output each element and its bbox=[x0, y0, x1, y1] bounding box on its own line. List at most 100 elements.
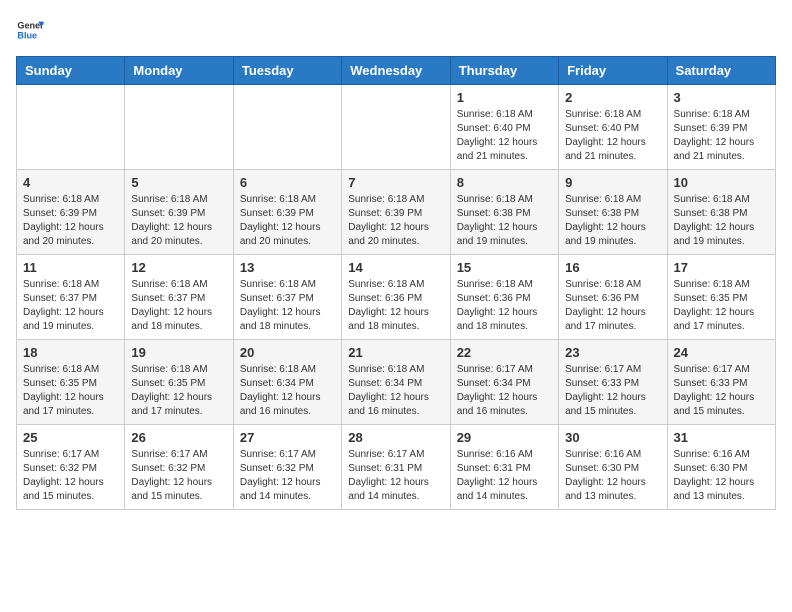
calendar-cell: 22Sunrise: 6:17 AM Sunset: 6:34 PM Dayli… bbox=[450, 340, 558, 425]
day-info: Sunrise: 6:17 AM Sunset: 6:31 PM Dayligh… bbox=[348, 448, 443, 504]
svg-text:Blue: Blue bbox=[17, 30, 37, 40]
day-number: 25 bbox=[23, 430, 118, 445]
calendar-cell bbox=[125, 85, 233, 170]
day-number: 28 bbox=[348, 430, 443, 445]
day-info: Sunrise: 6:18 AM Sunset: 6:40 PM Dayligh… bbox=[565, 108, 660, 164]
day-number: 30 bbox=[565, 430, 660, 445]
calendar-cell: 29 Sunrise: 6:16 AM Sunset: 6:31 PM Dayli… bbox=[450, 425, 558, 510]
day-number: 1 bbox=[457, 90, 552, 105]
day-number: 23 bbox=[565, 345, 660, 360]
day-info: Sunrise: 6:18 AM Sunset: 6:35 PM Dayligh… bbox=[131, 363, 226, 419]
day-info: Sunrise: 6:18 AM Sunset: 6:39 PM Dayligh… bbox=[23, 193, 118, 249]
day-number: 26 bbox=[131, 430, 226, 445]
day-number: 18 bbox=[23, 345, 118, 360]
day-info: Sunrise: 6:18 AM Sunset: 6:39 PM Dayligh… bbox=[674, 108, 769, 164]
day-info: Sunrise: 6:16 AM Sunset: 6:30 PM Dayligh… bbox=[674, 448, 769, 504]
day-info: Sunrise: 6:18 AM Sunset: 6:37 PM Dayligh… bbox=[131, 278, 226, 334]
day-info: Sunrise: 6:18 AM Sunset: 6:38 PM Dayligh… bbox=[457, 193, 552, 249]
calendar-cell: 28 Sunrise: 6:17 AM Sunset: 6:31 PM Dayli… bbox=[342, 425, 450, 510]
day-number: 10 bbox=[674, 175, 769, 190]
calendar-cell: 4 Sunrise: 6:18 AM Sunset: 6:39 PM Daylig… bbox=[17, 170, 125, 255]
day-number: 31 bbox=[674, 430, 769, 445]
day-info: Sunrise: 6:16 AM Sunset: 6:30 PM Dayligh… bbox=[565, 448, 660, 504]
calendar-week-row: 11 Sunrise: 6:18 AM Sunset: 6:37 PM Dayli… bbox=[17, 255, 776, 340]
calendar-day-header: Saturday bbox=[667, 57, 775, 85]
day-info: Sunrise: 6:18 AM Sunset: 6:39 PM Dayligh… bbox=[240, 193, 335, 249]
day-number: 20 bbox=[240, 345, 335, 360]
calendar-table: SundayMondayTuesdayWednesdayThursdayFrid… bbox=[16, 56, 776, 510]
calendar-day-header: Friday bbox=[559, 57, 667, 85]
calendar-week-row: 18 Sunrise: 6:18 AM Sunset: 6:35 PM Dayli… bbox=[17, 340, 776, 425]
day-number: 29 bbox=[457, 430, 552, 445]
day-info: Sunrise: 6:18 AM Sunset: 6:36 PM Dayligh… bbox=[565, 278, 660, 334]
calendar-cell: 5Sunrise: 6:18 AM Sunset: 6:39 PM Daylig… bbox=[125, 170, 233, 255]
calendar-cell: 2 Sunrise: 6:18 AM Sunset: 6:40 PM Daylig… bbox=[559, 85, 667, 170]
calendar-cell: 25 Sunrise: 6:17 AM Sunset: 6:32 PM Dayli… bbox=[17, 425, 125, 510]
day-info: Sunrise: 6:17 AM Sunset: 6:32 PM Dayligh… bbox=[23, 448, 118, 504]
calendar-cell: 24 Sunrise: 6:17 AM Sunset: 6:33 PM Dayli… bbox=[667, 340, 775, 425]
day-number: 7 bbox=[348, 175, 443, 190]
calendar-cell: 8 Sunrise: 6:18 AM Sunset: 6:38 PM Daylig… bbox=[450, 170, 558, 255]
calendar-cell: 23 Sunrise: 6:17 AM Sunset: 6:33 PM Dayli… bbox=[559, 340, 667, 425]
day-number: 27 bbox=[240, 430, 335, 445]
calendar-cell bbox=[342, 85, 450, 170]
day-info: Sunrise: 6:17 AM Sunset: 6:33 PM Dayligh… bbox=[674, 363, 769, 419]
calendar-cell: 30 Sunrise: 6:16 AM Sunset: 6:30 PM Dayli… bbox=[559, 425, 667, 510]
day-info: Sunrise: 6:16 AM Sunset: 6:31 PM Dayligh… bbox=[457, 448, 552, 504]
calendar-cell: 7 Sunrise: 6:18 AM Sunset: 6:39 PM Daylig… bbox=[342, 170, 450, 255]
day-number: 4 bbox=[23, 175, 118, 190]
calendar-cell: 31 Sunrise: 6:16 AM Sunset: 6:30 PM Dayli… bbox=[667, 425, 775, 510]
calendar-day-header: Thursday bbox=[450, 57, 558, 85]
day-number: 14 bbox=[348, 260, 443, 275]
calendar-cell: 19Sunrise: 6:18 AM Sunset: 6:35 PM Dayli… bbox=[125, 340, 233, 425]
day-number: 5 bbox=[131, 175, 226, 190]
day-number: 16 bbox=[565, 260, 660, 275]
day-info: Sunrise: 6:18 AM Sunset: 6:36 PM Dayligh… bbox=[457, 278, 552, 334]
logo-icon: General Blue bbox=[16, 16, 44, 44]
calendar-week-row: 25 Sunrise: 6:17 AM Sunset: 6:32 PM Dayli… bbox=[17, 425, 776, 510]
day-number: 9 bbox=[565, 175, 660, 190]
day-info: Sunrise: 6:17 AM Sunset: 6:32 PM Dayligh… bbox=[131, 448, 226, 504]
calendar-cell bbox=[233, 85, 341, 170]
page-header: General Blue bbox=[16, 16, 776, 44]
day-number: 22 bbox=[457, 345, 552, 360]
day-info: Sunrise: 6:18 AM Sunset: 6:38 PM Dayligh… bbox=[674, 193, 769, 249]
day-number: 15 bbox=[457, 260, 552, 275]
calendar-cell: 17 Sunrise: 6:18 AM Sunset: 6:35 PM Dayli… bbox=[667, 255, 775, 340]
calendar-cell: 10 Sunrise: 6:18 AM Sunset: 6:38 PM Dayli… bbox=[667, 170, 775, 255]
calendar-cell: 16 Sunrise: 6:18 AM Sunset: 6:36 PM Dayli… bbox=[559, 255, 667, 340]
day-number: 6 bbox=[240, 175, 335, 190]
calendar-cell: 13 Sunrise: 6:18 AM Sunset: 6:37 PM Dayli… bbox=[233, 255, 341, 340]
day-number: 17 bbox=[674, 260, 769, 275]
day-number: 11 bbox=[23, 260, 118, 275]
calendar-cell: 6 Sunrise: 6:18 AM Sunset: 6:39 PM Daylig… bbox=[233, 170, 341, 255]
calendar-day-header: Wednesday bbox=[342, 57, 450, 85]
calendar-cell: 12Sunrise: 6:18 AM Sunset: 6:37 PM Dayli… bbox=[125, 255, 233, 340]
day-info: Sunrise: 6:17 AM Sunset: 6:32 PM Dayligh… bbox=[240, 448, 335, 504]
day-info: Sunrise: 6:18 AM Sunset: 6:35 PM Dayligh… bbox=[674, 278, 769, 334]
calendar-day-header: Sunday bbox=[17, 57, 125, 85]
day-info: Sunrise: 6:18 AM Sunset: 6:40 PM Dayligh… bbox=[457, 108, 552, 164]
calendar-cell bbox=[17, 85, 125, 170]
calendar-header-row: SundayMondayTuesdayWednesdayThursdayFrid… bbox=[17, 57, 776, 85]
day-number: 8 bbox=[457, 175, 552, 190]
day-number: 3 bbox=[674, 90, 769, 105]
calendar-cell: 11 Sunrise: 6:18 AM Sunset: 6:37 PM Dayli… bbox=[17, 255, 125, 340]
calendar-week-row: 1 Sunrise: 6:18 AM Sunset: 6:40 PM Daylig… bbox=[17, 85, 776, 170]
calendar-cell: 3 Sunrise: 6:18 AM Sunset: 6:39 PM Daylig… bbox=[667, 85, 775, 170]
calendar-cell: 14 Sunrise: 6:18 AM Sunset: 6:36 PM Dayli… bbox=[342, 255, 450, 340]
day-info: Sunrise: 6:18 AM Sunset: 6:37 PM Dayligh… bbox=[240, 278, 335, 334]
calendar-day-header: Tuesday bbox=[233, 57, 341, 85]
day-info: Sunrise: 6:17 AM Sunset: 6:33 PM Dayligh… bbox=[565, 363, 660, 419]
calendar-cell: 1 Sunrise: 6:18 AM Sunset: 6:40 PM Daylig… bbox=[450, 85, 558, 170]
day-number: 2 bbox=[565, 90, 660, 105]
day-info: Sunrise: 6:18 AM Sunset: 6:39 PM Dayligh… bbox=[348, 193, 443, 249]
calendar-cell: 20Sunrise: 6:18 AM Sunset: 6:34 PM Dayli… bbox=[233, 340, 341, 425]
day-number: 13 bbox=[240, 260, 335, 275]
day-info: Sunrise: 6:18 AM Sunset: 6:37 PM Dayligh… bbox=[23, 278, 118, 334]
logo: General Blue bbox=[16, 16, 44, 44]
calendar-cell: 9Sunrise: 6:18 AM Sunset: 6:38 PM Daylig… bbox=[559, 170, 667, 255]
day-number: 24 bbox=[674, 345, 769, 360]
day-info: Sunrise: 6:18 AM Sunset: 6:35 PM Dayligh… bbox=[23, 363, 118, 419]
day-info: Sunrise: 6:18 AM Sunset: 6:36 PM Dayligh… bbox=[348, 278, 443, 334]
